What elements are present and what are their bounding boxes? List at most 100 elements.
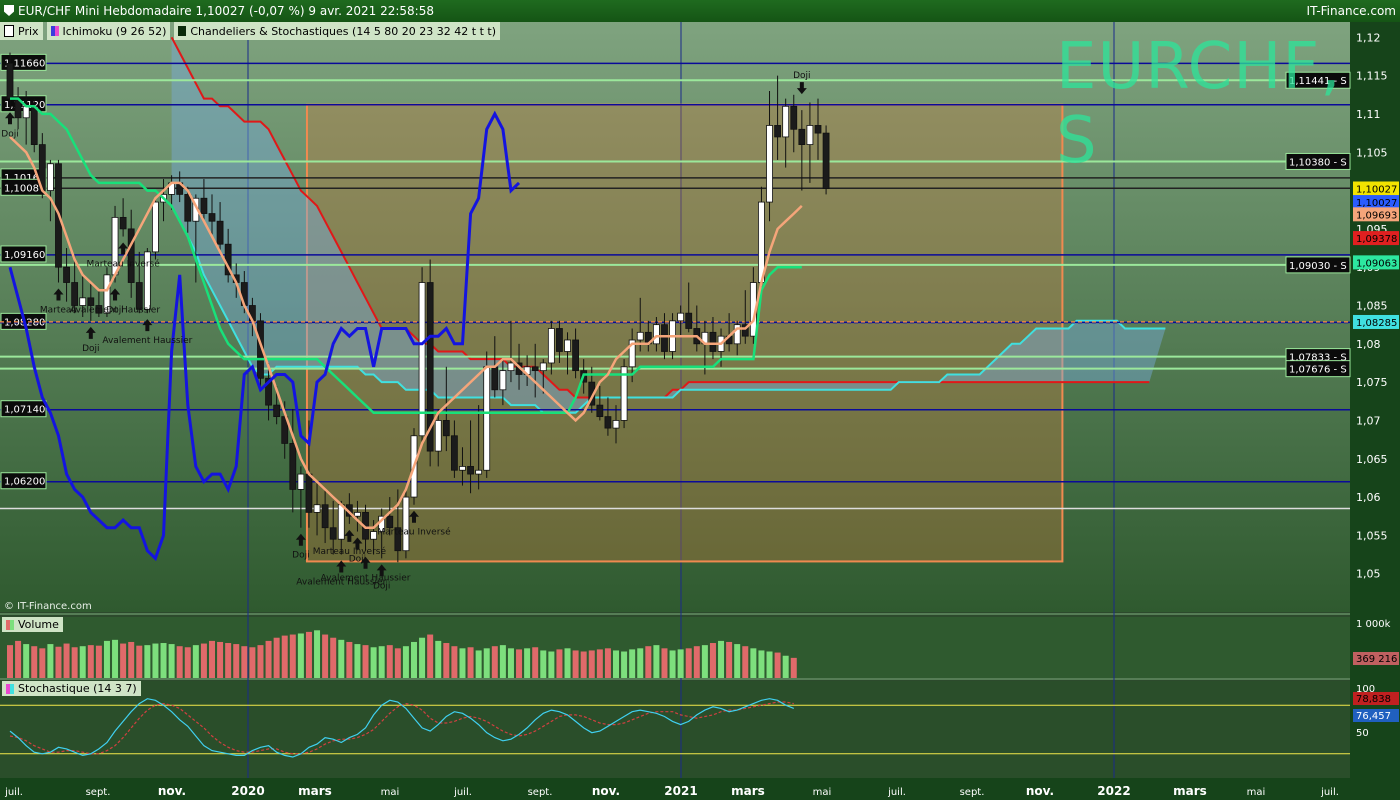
volume-bar (621, 651, 628, 678)
level-label: 1,07140 (4, 405, 45, 416)
candle (305, 473, 313, 513)
x-tick-label: sept. (86, 787, 111, 798)
x-tick-label: 2021 (664, 784, 697, 798)
stochastic-pane-label[interactable]: Stochastique (14 3 7) (2, 681, 141, 696)
volume-bar (726, 641, 733, 678)
candle (47, 163, 54, 191)
volume-bar (322, 634, 329, 678)
legend-item-patterns[interactable]: Chandeliers & Stochastiques (14 5 80 20 … (174, 22, 501, 40)
price-swatch-icon (4, 25, 14, 37)
candle (766, 125, 773, 203)
patterns-swatch-icon (178, 26, 187, 36)
volume-swatch-icon (6, 619, 14, 630)
volume-bar (402, 646, 409, 678)
candle (531, 366, 539, 372)
volume-bar (233, 644, 240, 678)
volume-bar (314, 630, 321, 678)
volume-bar (701, 645, 708, 678)
candle (450, 435, 458, 471)
volume-bar (491, 646, 498, 678)
title-bar: EUR/CHF Mini Hebdomadaire 1,10027 (-0,07… (0, 0, 1400, 22)
legend-item-price[interactable]: Prix (0, 22, 43, 40)
stochastic-swatch-icon (6, 683, 14, 694)
candle (539, 362, 547, 372)
volume-bar (184, 647, 191, 678)
volume-bar (766, 651, 773, 678)
level-label: 1,07676 - S (1289, 365, 1347, 376)
volume-bar (273, 637, 280, 678)
volume-bar (790, 657, 797, 678)
x-tick-label: juil. (453, 787, 472, 798)
volume-bar (103, 640, 110, 678)
candle (22, 105, 30, 119)
volume-bar (443, 643, 450, 678)
chart-title: EUR/CHF Mini Hebdomadaire 1,10027 (-0,07… (18, 4, 434, 18)
x-tick-label: nov. (158, 784, 186, 798)
legend-patterns-label: Chandeliers & Stochastiques (14 5 80 20 … (190, 24, 497, 38)
candle (200, 197, 208, 214)
pattern-label: Avalement Haussier (321, 574, 411, 584)
volume-bar (580, 651, 587, 678)
candle (273, 404, 281, 418)
pattern-label: Doji (1, 129, 18, 139)
volume-bar (394, 648, 401, 678)
level-label: 1,09030 - S (1289, 261, 1347, 272)
volume-pane-label[interactable]: Volume (2, 617, 63, 632)
volume-bar (411, 641, 417, 678)
volume-bar (128, 641, 135, 678)
pattern-label: Doji (106, 306, 123, 316)
volume-bar (564, 648, 571, 678)
x-tick-label: mai (1247, 787, 1266, 798)
candle (612, 420, 620, 429)
volume-tick-label: 1 000k (1356, 619, 1391, 630)
candle (459, 466, 466, 471)
candle (782, 105, 790, 138)
candle (321, 504, 329, 529)
volume-bar (467, 647, 474, 678)
candle (354, 511, 361, 517)
volume-bar (548, 651, 555, 678)
candle (507, 362, 515, 372)
volume-bar (451, 646, 458, 678)
y-tick-label: 1,055 (1356, 529, 1388, 542)
volume-bar (338, 639, 345, 678)
brand-label: IT-Finance.com (1306, 4, 1396, 18)
volume-bar (669, 650, 676, 678)
stoch-k-value: 76,457 (1356, 711, 1391, 722)
volume-bar (427, 634, 434, 678)
x-tick-label: 2020 (231, 784, 264, 798)
stoch-d-value: 78,838 (1356, 694, 1391, 705)
copyright-note: © IT-Finance.com (4, 601, 92, 612)
candle (127, 228, 135, 283)
candle (685, 312, 693, 329)
candle (289, 443, 297, 490)
chart-window: juil. sept. nov. 2020 mars mai juil. sept. nov. 2… (0, 0, 1400, 800)
candle (337, 504, 345, 540)
volume-bar (55, 646, 62, 678)
volume-bar (354, 644, 361, 678)
volume-bar (629, 649, 636, 678)
volume-bar (709, 643, 716, 678)
volume-bar (63, 643, 70, 678)
pattern-label: Doji (373, 581, 390, 591)
y-tick-label: 1,06 (1356, 491, 1381, 504)
volume-bar (176, 646, 183, 678)
volume-bar (516, 649, 523, 678)
volume-bar (386, 645, 393, 678)
volume-bar (15, 640, 22, 678)
volume-bar (370, 647, 377, 678)
value-badge-label: 1,08285 (1356, 318, 1397, 329)
volume-bar (645, 646, 652, 678)
legend-item-ichimoku[interactable]: Ichimoku (9 26 52) (46, 22, 171, 40)
candle (822, 132, 830, 189)
candle (572, 339, 579, 372)
value-badge-label: 1,09378 (1356, 234, 1397, 245)
volume-bar (168, 644, 175, 678)
volume-bar (532, 647, 539, 678)
volume-bar (160, 643, 167, 678)
candle (475, 469, 483, 475)
stochastic-label: Stochastique (14 3 7) (18, 682, 137, 695)
volume-label: Volume (18, 618, 59, 631)
candle (677, 312, 685, 322)
volume-bar (87, 645, 94, 678)
